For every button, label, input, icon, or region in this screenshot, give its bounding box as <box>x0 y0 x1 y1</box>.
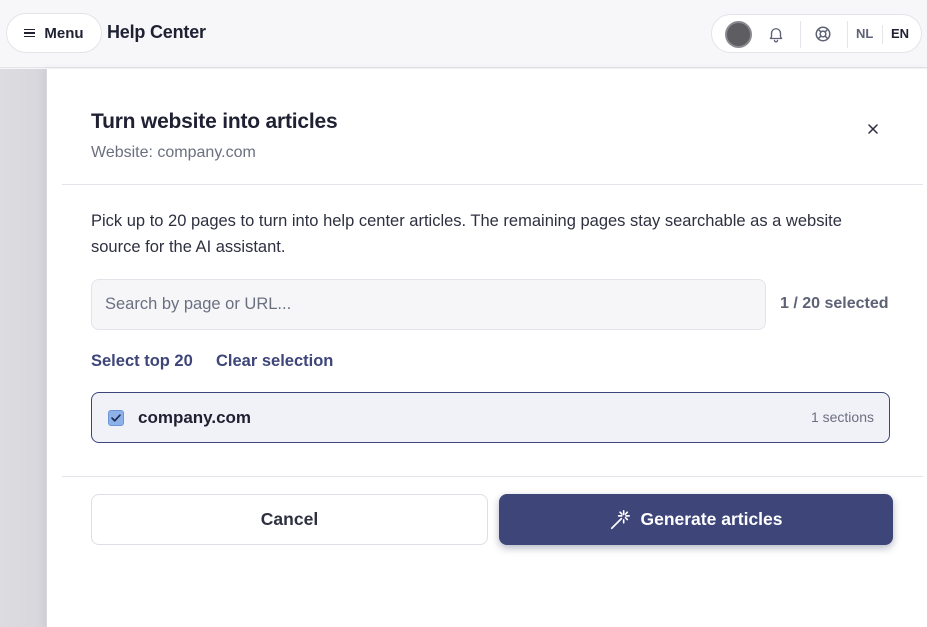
app-title: Help Center <box>107 22 206 42</box>
menu-label: Menu <box>44 24 84 42</box>
divider <box>800 21 801 48</box>
top-bar: Menu Help Center NL EN <box>0 0 927 68</box>
hamburger-icon <box>24 28 36 38</box>
background-overlay <box>0 69 46 627</box>
cancel-button[interactable]: Cancel <box>91 494 488 545</box>
language-nl[interactable]: NL <box>856 26 873 41</box>
modal-title: Turn website into articles <box>91 110 338 133</box>
language-en[interactable]: EN <box>891 26 909 41</box>
bell-icon[interactable] <box>767 25 785 43</box>
modal-dialog: Turn website into articles Website: comp… <box>46 69 927 627</box>
divider <box>882 25 883 44</box>
page-name: company.com <box>138 408 252 427</box>
modal-subtitle: Website: company.com <box>91 144 256 161</box>
selected-count: 1 / 20 selected <box>780 295 889 312</box>
select-top-20-link[interactable]: Select top 20 <box>91 352 193 371</box>
lifebuoy-icon[interactable] <box>814 25 832 43</box>
avatar[interactable] <box>725 21 752 48</box>
page-row[interactable]: company.com 1 sections <box>91 392 890 443</box>
checkbox-checked[interactable] <box>108 410 124 426</box>
top-right-controls: NL EN <box>711 14 922 53</box>
divider <box>847 21 848 48</box>
description-text: Pick up to 20 pages to turn into help ce… <box>91 212 842 256</box>
generate-label: Generate articles <box>640 509 783 529</box>
divider <box>62 184 923 185</box>
close-icon[interactable] <box>863 119 883 139</box>
generate-articles-button[interactable]: Generate articles <box>499 494 893 545</box>
menu-button[interactable]: Menu <box>6 13 102 53</box>
search-input[interactable] <box>91 279 766 330</box>
page-section-count: 1 sections <box>810 409 874 425</box>
divider <box>62 476 923 477</box>
clear-selection-link[interactable]: Clear selection <box>216 352 333 371</box>
magic-wand-icon <box>611 509 631 529</box>
